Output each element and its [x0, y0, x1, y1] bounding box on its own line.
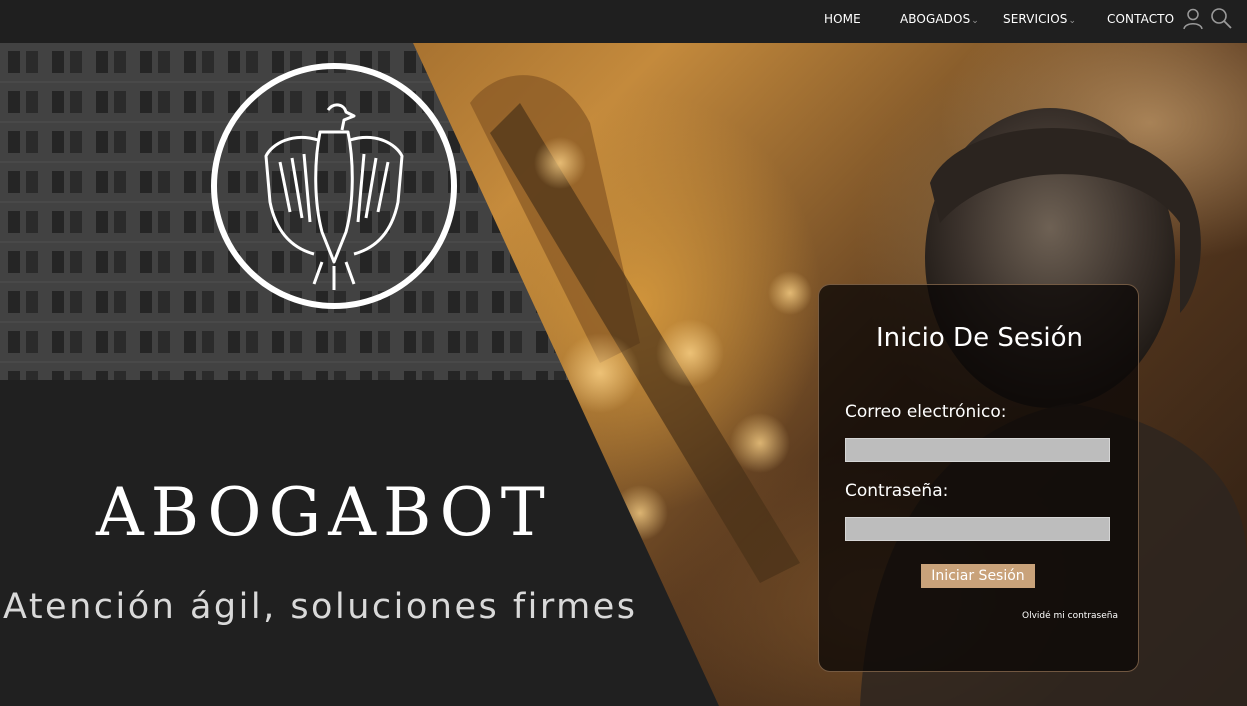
brand-name: ABOGABOT: [96, 474, 552, 551]
search-icon[interactable]: [1209, 7, 1233, 31]
email-field[interactable]: [845, 438, 1110, 462]
chevron-down-icon: ⌄: [1068, 16, 1077, 26]
password-field[interactable]: [845, 517, 1110, 541]
nav-abogados-link[interactable]: ABOGADOS⌄: [900, 12, 979, 26]
email-label: Correo electrónico:: [845, 402, 1007, 422]
nav-contacto-link[interactable]: CONTACTO: [1107, 12, 1174, 26]
password-label: Contraseña:: [845, 481, 949, 501]
eagle-emblem-icon: [211, 63, 457, 309]
login-submit-button[interactable]: Iniciar Sesión: [921, 564, 1035, 588]
nav-abogados-label: ABOGADOS: [900, 12, 971, 26]
brand-tagline: Atención ágil, soluciones firmes: [3, 587, 638, 627]
forgot-password-link[interactable]: Olvidé mi contraseña: [1022, 611, 1118, 621]
user-icon[interactable]: [1181, 7, 1205, 31]
hero-section: ABOGABOT Atención ágil, soluciones firme…: [0, 43, 1247, 706]
login-card: Inicio De Sesión Correo electrónico: Con…: [818, 284, 1139, 672]
login-title: Inicio De Sesión: [876, 323, 1083, 353]
top-navigation-bar: HOME ABOGADOS⌄ SERVICIOS⌄ CONTACTO: [0, 0, 1247, 43]
nav-servicios-label: SERVICIOS: [1003, 12, 1068, 26]
nav-home-link[interactable]: HOME: [824, 12, 861, 26]
nav-servicios-link[interactable]: SERVICIOS⌄: [1003, 12, 1076, 26]
chevron-down-icon: ⌄: [971, 16, 979, 26]
